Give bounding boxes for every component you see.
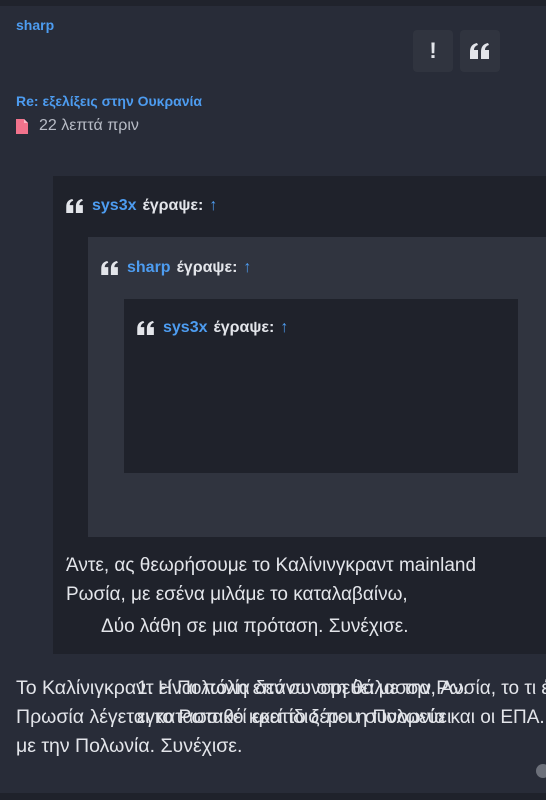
quote-verb: έγραψε: [213,319,275,336]
post-body-line: Πρωσία λέγεται το Ρωσικό κρατίδιο που συ… [16,706,452,728]
quote-button[interactable] [460,30,500,72]
quote-user-link[interactable]: sys3x [163,319,208,337]
scroll-indicator[interactable] [536,764,546,778]
post-body: Το Καλίνιγκραντ είναι πόλη επάνω στη θάλ… [16,674,546,761]
post-author-link[interactable]: sharp [16,17,54,33]
quote-verb: έγραψε: [176,259,238,276]
jump-to-post-arrow[interactable]: ↑ [280,319,288,337]
report-button[interactable]: ! [413,30,453,72]
quote-text: Δύο λάθη σε μια πρόταση. Συνέχισε. [101,616,409,637]
quote-verb: έγραψε: [142,197,204,214]
quote-block-outer: sys3x έγραψε: ↑ sharp έγραψε: ↑ sys3x έγ… [53,176,546,728]
file-icon [16,118,28,134]
post-body-line: με την Πολωνία. Συνέχισε. [16,735,243,757]
quote-header: sys3x έγραψε: ↑ [137,319,288,337]
jump-to-post-arrow[interactable]: ↑ [243,259,251,277]
post-time-text: 22 λεπτά πριν [39,117,139,134]
quote-user-link[interactable]: sys3x [92,197,137,215]
quote-text: Άντε, ας θεωρήσουμε το Καλίνινγκραντ mai… [66,555,477,605]
quote-header: sharp έγραψε: ↑ [101,259,251,277]
post-body-line: Το Καλίνιγκραντ είναι πόλη επάνω στη θάλ… [16,677,469,699]
bottom-divider [0,793,546,800]
quote-user-link[interactable]: sharp [127,259,171,277]
quote-icon [101,261,118,275]
post-timestamp: 22 λεπτά πριν [16,117,139,135]
quote-header: sys3x έγραψε: ↑ [66,197,217,215]
quote-icon [470,43,489,59]
top-divider [0,0,546,6]
quote-icon [66,199,83,213]
quote-block-middle: sharp έγραψε: ↑ sys3x έγραψε: ↑ 1. Η Πολ… [88,237,546,728]
exclamation-icon: ! [429,38,437,63]
post-title-link[interactable]: Re: εξελίξεις στην Ουκρανία [16,93,202,109]
quote-icon [137,321,154,335]
jump-to-post-arrow[interactable]: ↑ [209,197,217,215]
quote-block-inner: sys3x έγραψε: ↑ 1. Η Πολωνία δεν συνορεύ… [124,299,546,728]
